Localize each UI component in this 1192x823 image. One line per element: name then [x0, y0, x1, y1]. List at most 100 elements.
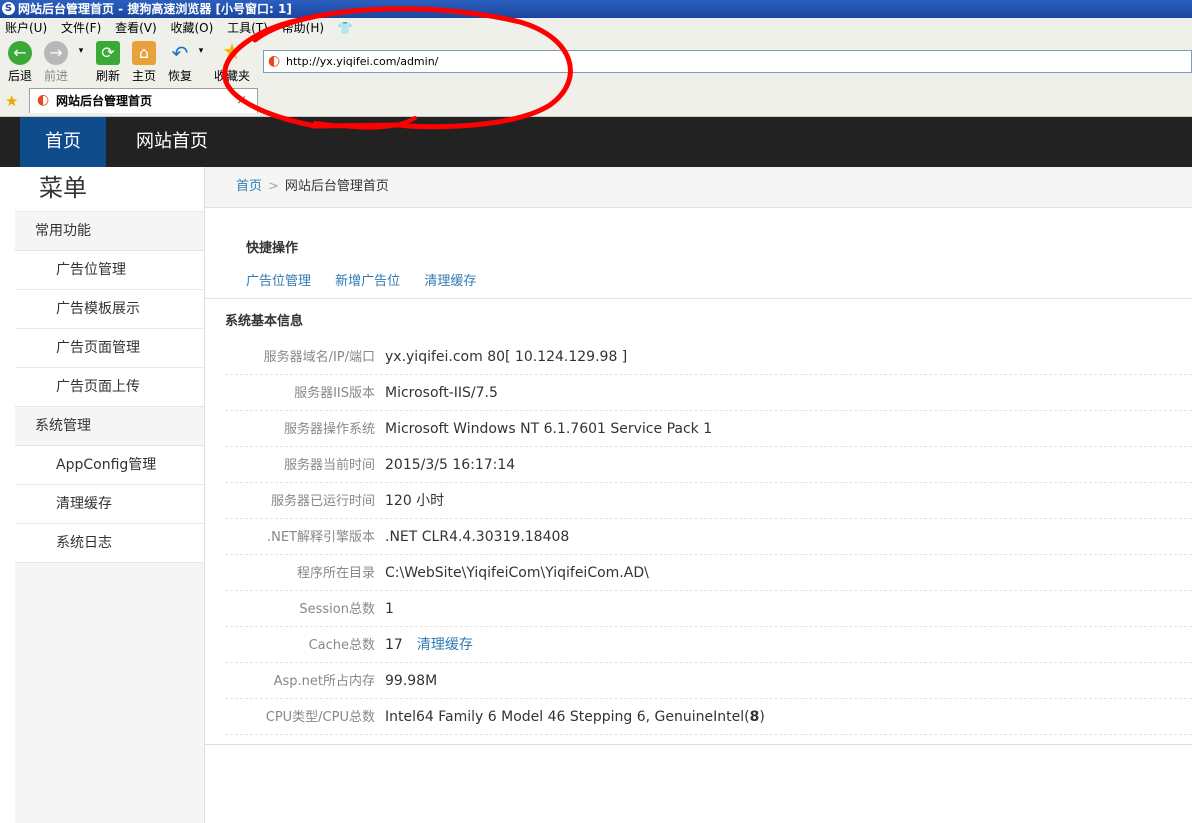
site-favicon-icon: ◐	[268, 53, 281, 69]
window-title: 网站后台管理首页 - 搜狗高速浏览器 [小号窗口: 1]	[18, 2, 292, 16]
browser-chrome: 账户(U) 文件(F) 查看(V) 收藏(O) 工具(T) 帮助(H) 👕 ← …	[0, 18, 1192, 117]
info-label: CPU类型/CPU总数	[265, 710, 375, 725]
menu-account[interactable]: 账户(U)	[5, 18, 47, 38]
sidebar-item-ad-upload[interactable]: 广告页面上传	[15, 368, 204, 407]
info-label: 服务器域名/IP/端口	[263, 350, 375, 365]
nav-home[interactable]: 首页	[20, 117, 106, 167]
sidebar-menu: 菜单 常用功能 广告位管理 广告模板展示 广告页面管理 广告页面上传 系统管理 …	[15, 167, 205, 823]
favorites-star-icon[interactable]: ★	[5, 92, 18, 110]
sidebar-item-clear-cache[interactable]: 清理缓存	[15, 485, 204, 524]
sidebar-item-appconfig[interactable]: AppConfig管理	[15, 446, 204, 485]
forward-button[interactable]: → 前进	[36, 41, 76, 84]
forward-arrow-icon: →	[44, 41, 68, 65]
menu-file[interactable]: 文件(F)	[61, 18, 101, 38]
tab-title: 网站后台管理首页	[56, 94, 153, 108]
sidebar-item-ad-page[interactable]: 广告页面管理	[15, 329, 204, 368]
quick-link-ad-position[interactable]: 广告位管理	[246, 274, 311, 289]
info-value: yx.yiqifei.com 80[ 10.124.129.98 ]	[385, 349, 628, 365]
forward-label: 前进	[43, 69, 68, 83]
main-content: 首页 > 网站后台管理首页 快捷操作 广告位管理 新增广告位 清理缓存 系统基本信息…	[205, 167, 1192, 823]
restore-button[interactable]: ↶ 恢复	[160, 41, 200, 84]
clear-cache-link[interactable]: 清理缓存	[417, 637, 473, 653]
info-row: 服务器已运行时间 120 小时	[225, 483, 1192, 519]
info-label: Asp.net所占内存	[273, 674, 375, 689]
tab-favicon-icon: ◐	[37, 92, 50, 108]
info-label: Cache总数	[308, 638, 375, 653]
refresh-button[interactable]: ⟳ 刷新	[88, 41, 128, 84]
favorites-button[interactable]: ★ 收藏夹	[212, 41, 252, 84]
favorites-label: 收藏夹	[213, 69, 250, 83]
address-bar[interactable]: ◐ http://yx.yiqifei.com/admin/	[263, 50, 1192, 73]
top-navigation: 首页 网站首页	[0, 117, 1192, 167]
home-button[interactable]: ⌂ 主页	[124, 41, 164, 84]
menu-help[interactable]: 帮助(H)	[282, 18, 324, 38]
info-value: .NET CLR4.4.30319.18408	[385, 529, 570, 545]
info-row: CPU类型/CPU总数 Intel64 Family 6 Model 46 Ste…	[225, 699, 1192, 735]
cpu-count: 8	[749, 709, 760, 725]
quick-link-new-ad-position[interactable]: 新增广告位	[335, 274, 400, 289]
back-arrow-icon: ←	[8, 41, 32, 65]
refresh-label: 刷新	[95, 69, 120, 83]
info-row: Asp.net所占内存 99.98M	[225, 663, 1192, 699]
undo-icon: ↶	[171, 41, 189, 65]
cpu-value-text: Intel64 Family 6 Model 46 Stepping 6, Ge…	[385, 709, 750, 725]
info-value: Microsoft Windows NT 6.1.7601 Service Pa…	[385, 421, 713, 437]
forward-dropdown[interactable]: ▾	[74, 46, 88, 56]
cpu-value-close: )	[759, 709, 765, 725]
star-icon: ★	[222, 40, 242, 65]
system-info-title: 系统基本信息	[225, 314, 304, 329]
info-row: .NET解释引擎版本 .NET CLR4.4.30319.18408	[225, 519, 1192, 555]
home-label: 主页	[131, 69, 156, 83]
info-value: 2015/3/5 16:17:14	[385, 457, 516, 473]
address-url: http://yx.yiqifei.com/admin/	[286, 55, 439, 68]
system-info-table: 服务器域名/IP/端口 yx.yiqifei.com 80[ 10.124.129…	[225, 339, 1192, 735]
info-label: 服务器当前时间	[283, 458, 375, 473]
sidebar-item-ad-position[interactable]: 广告位管理	[15, 251, 204, 290]
divider	[205, 744, 1192, 745]
sidebar-item-system-log[interactable]: 系统日志	[15, 524, 204, 563]
info-row: 服务器操作系统 Microsoft Windows NT 6.1.7601 Ser…	[225, 411, 1192, 447]
menubar: 账户(U) 文件(F) 查看(V) 收藏(O) 工具(T) 帮助(H) 👕	[0, 18, 358, 38]
refresh-icon: ⟳	[96, 41, 120, 65]
breadcrumb: 首页 > 网站后台管理首页	[205, 167, 1192, 208]
info-row: Cache总数 17 清理缓存	[225, 627, 1192, 663]
quick-actions: 广告位管理 新增广告位 清理缓存	[246, 270, 496, 289]
sidebar-group-system[interactable]: 系统管理	[15, 407, 204, 446]
info-value: Microsoft-IIS/7.5	[385, 385, 498, 401]
window-titlebar: S 网站后台管理首页 - 搜狗高速浏览器 [小号窗口: 1]	[0, 0, 1192, 18]
quick-link-clear-cache[interactable]: 清理缓存	[424, 274, 476, 289]
divider	[205, 298, 1192, 299]
info-value: C:\WebSite\YiqifeiCom\YiqifeiCom.AD\	[385, 565, 649, 581]
info-label: 服务器IIS版本	[294, 386, 375, 401]
sidebar-group-common[interactable]: 常用功能	[15, 212, 204, 251]
browser-tab[interactable]: ◐ 网站后台管理首页 ×	[29, 88, 258, 113]
sidebar-title: 菜单	[15, 167, 204, 212]
info-value: 1	[385, 601, 394, 617]
nav-site-home[interactable]: 网站首页	[120, 117, 224, 167]
sidebar-item-ad-template[interactable]: 广告模板展示	[15, 290, 204, 329]
menu-favorites[interactable]: 收藏(O)	[171, 18, 214, 38]
breadcrumb-separator-icon: >	[268, 179, 279, 194]
info-value: 120 小时	[385, 493, 445, 509]
sogou-browser-icon: S	[2, 2, 15, 15]
back-label: 后退	[7, 69, 32, 83]
info-label: 服务器已运行时间	[270, 494, 375, 509]
tab-close-icon[interactable]: ×	[236, 89, 247, 113]
info-label: 服务器操作系统	[283, 422, 375, 437]
restore-dropdown[interactable]: ▾	[196, 46, 206, 56]
menu-tools[interactable]: 工具(T)	[227, 18, 268, 38]
info-value: 17	[385, 637, 403, 653]
info-label: 程序所在目录	[296, 566, 375, 581]
info-row: 服务器域名/IP/端口 yx.yiqifei.com 80[ 10.124.129…	[225, 339, 1192, 375]
info-value: Intel64 Family 6 Model 46 Stepping 6, Ge…	[375, 699, 765, 735]
info-label: Session总数	[299, 602, 375, 617]
info-row: 服务器IIS版本 Microsoft-IIS/7.5	[225, 375, 1192, 411]
restore-label: 恢复	[167, 69, 192, 83]
breadcrumb-current: 网站后台管理首页	[284, 179, 389, 194]
home-icon: ⌂	[132, 41, 156, 65]
menu-view[interactable]: 查看(V)	[115, 18, 157, 38]
breadcrumb-home[interactable]: 首页	[236, 179, 262, 194]
info-row: 程序所在目录 C:\WebSite\YiqifeiCom\YiqifeiCom.A…	[225, 555, 1192, 591]
skin-tshirt-icon[interactable]: 👕	[338, 18, 353, 38]
back-button[interactable]: ← 后退	[0, 41, 40, 84]
